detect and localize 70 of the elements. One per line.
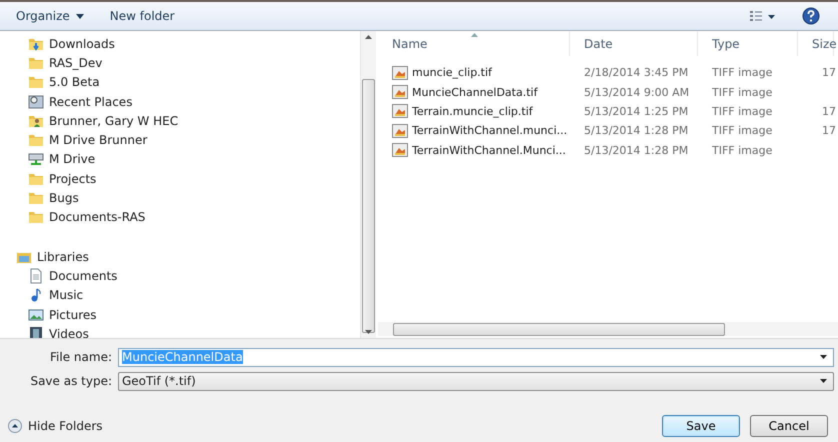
navigation-item[interactable]: Bugs	[0, 188, 360, 208]
column-header[interactable]: Date	[570, 31, 698, 56]
date-cell-text: 5/13/2014 1:28 PM	[583, 124, 690, 138]
type-cell-text: TIFF image	[711, 124, 774, 138]
size-cell-text: 17	[822, 66, 837, 80]
dropdown-arrow-icon	[820, 379, 827, 383]
column-header[interactable]: Type	[698, 31, 798, 56]
image-file-icon	[392, 143, 408, 158]
date-cell-text: 5/13/2014 1:25 PM	[583, 104, 690, 118]
image-file-icon	[392, 104, 408, 118]
dialog-button[interactable]: Cancel	[750, 415, 828, 437]
navigation-item[interactable]: Libraries	[0, 246, 360, 266]
column-header[interactable]: Name	[378, 31, 570, 56]
type-cell-text: TIFF image	[711, 144, 774, 157]
folder-icon	[28, 190, 44, 206]
type-cell-text: TIFF image	[711, 66, 774, 80]
recent-icon	[28, 94, 44, 110]
field-label: File name:	[49, 350, 113, 364]
videos-icon	[28, 326, 44, 338]
file-name[interactable]: muncie_clip.tif	[378, 66, 570, 80]
navigation-item[interactable]: Documents-RAS	[0, 208, 360, 227]
horizontal-scrollbar[interactable]	[378, 322, 838, 336]
navigation-item[interactable]: Videos	[0, 324, 360, 338]
help-icon[interactable]	[802, 7, 820, 25]
type-cell-text: TIFF image	[711, 104, 774, 118]
date-cell-text: 5/13/2014 9:00 AM	[583, 86, 690, 99]
navigation-item[interactable]: 5.0 Beta	[0, 72, 360, 92]
navigation-item[interactable]: Music	[0, 286, 360, 305]
caret-icon	[76, 14, 84, 18]
scroll-down-icon[interactable]	[365, 330, 372, 334]
file-type-dropdown[interactable]: GeoTif (*.tif)	[118, 372, 834, 390]
navigation-item[interactable]: Pictures	[0, 304, 360, 324]
navigation-item[interactable]: Documents	[0, 266, 360, 286]
dialog-button[interactable]: Save	[662, 415, 740, 437]
network-icon	[28, 151, 44, 168]
folder-icon	[28, 209, 44, 226]
dropdown-arrow-icon	[820, 355, 827, 359]
navigation-item[interactable]: Projects	[0, 169, 360, 188]
navigation-item[interactable]: M Drive Brunner	[0, 130, 360, 150]
size-cell-text: 17	[822, 104, 837, 118]
folder-icon	[28, 132, 44, 148]
image-file-icon	[392, 66, 408, 80]
file-name[interactable]: Terrain.muncie_clip.tif	[378, 104, 570, 118]
folder-icon	[28, 74, 44, 90]
file-name[interactable]: TerrainWithChannel.munci...	[378, 124, 570, 138]
toolbar-button[interactable]: Organize	[6, 6, 94, 26]
navigation-item[interactable]: Downloads	[0, 34, 360, 54]
navigation-item[interactable]: RAS_Dev	[0, 53, 360, 73]
image-file-icon	[392, 85, 408, 100]
field-label: Save as type:	[29, 374, 113, 388]
navigation-item[interactable]: M Drive	[0, 150, 360, 170]
navigation-item[interactable]: Recent Places	[0, 92, 360, 112]
date-cell-text: 5/13/2014 1:28 PM	[583, 144, 690, 157]
date-cell-text: 2/18/2014 3:45 PM	[583, 66, 690, 80]
sort-arrow-icon	[470, 33, 478, 37]
collapse-icon	[8, 419, 22, 433]
file-name[interactable]: MuncieChannelData.tif	[378, 85, 570, 100]
vertical-scrollbar[interactable]	[360, 31, 376, 338]
hide-folders-button[interactable]: Hide Folders	[8, 419, 103, 433]
toolbar-button[interactable]: New folder	[100, 6, 185, 26]
scroll-up-icon[interactable]	[365, 35, 372, 39]
size-cell-text: 17	[822, 124, 837, 138]
image-file-icon	[392, 124, 408, 138]
type-cell-text: TIFF image	[711, 86, 774, 99]
file-name[interactable]: TerrainWithChannel.Munci...	[378, 143, 570, 158]
view-menu-icon[interactable]	[750, 10, 776, 22]
navigation-item[interactable]: Brunner, Gary W HEC	[0, 111, 360, 130]
documents-icon	[28, 268, 44, 284]
pictures-icon	[28, 306, 44, 322]
column-header[interactable]: Size	[798, 31, 834, 56]
